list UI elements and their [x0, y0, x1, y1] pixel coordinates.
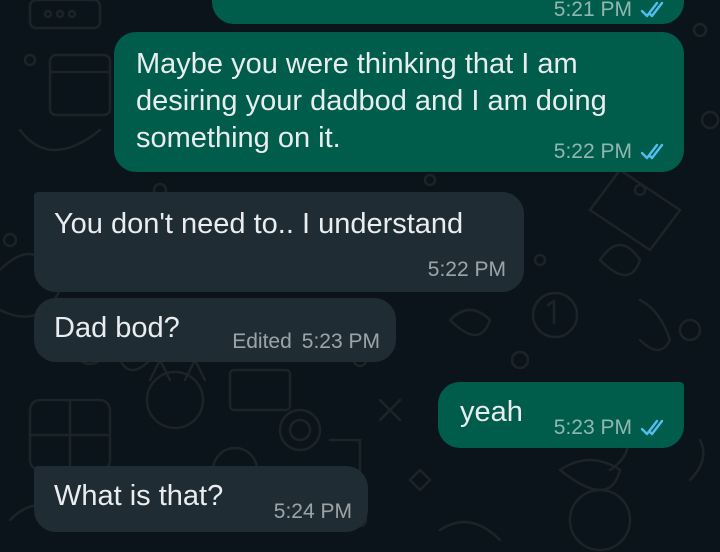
message-bubble-incoming[interactable]: Dad bod? Edited 5:23 PM — [34, 298, 396, 362]
message-time: 5:22 PM — [553, 140, 632, 163]
message-text: Maybe you were thinking that I am desiri… — [136, 48, 607, 154]
message-meta: Edited 5:23 PM — [232, 330, 380, 354]
double-check-read-icon — [640, 143, 670, 161]
message-bubble-incoming[interactable]: What is that? 5:24 PM — [34, 466, 368, 532]
message-bubble-outgoing[interactable]: 5:21 PM — [212, 0, 684, 24]
message-bubble-incoming[interactable]: You don't need to.. I understand 5:22 PM — [34, 192, 524, 292]
message-time: 5:23 PM — [301, 330, 380, 353]
message-meta: 5:23 PM — [554, 416, 670, 440]
message-text: What is that? — [54, 480, 224, 512]
double-check-read-icon — [640, 419, 670, 437]
message-meta: 5:22 PM — [554, 140, 670, 164]
double-check-read-icon — [640, 1, 670, 19]
message-meta: 5:21 PM — [554, 0, 670, 22]
message-meta: 5:22 PM — [428, 258, 506, 282]
message-meta: 5:24 PM — [274, 500, 352, 524]
message-bubble-outgoing[interactable]: Maybe you were thinking that I am desiri… — [114, 32, 684, 172]
message-time: 5:23 PM — [553, 416, 632, 439]
message-time: 5:21 PM — [553, 0, 632, 21]
message-text: Dad bod? — [54, 312, 180, 344]
message-text: You don't need to.. I understand — [54, 208, 464, 240]
message-bubble-outgoing[interactable]: yeah 5:23 PM — [438, 382, 684, 448]
message-time: 5:24 PM — [273, 500, 352, 523]
message-time: 5:22 PM — [427, 258, 506, 281]
edited-label: Edited — [232, 330, 292, 353]
message-text: yeah — [460, 396, 523, 428]
